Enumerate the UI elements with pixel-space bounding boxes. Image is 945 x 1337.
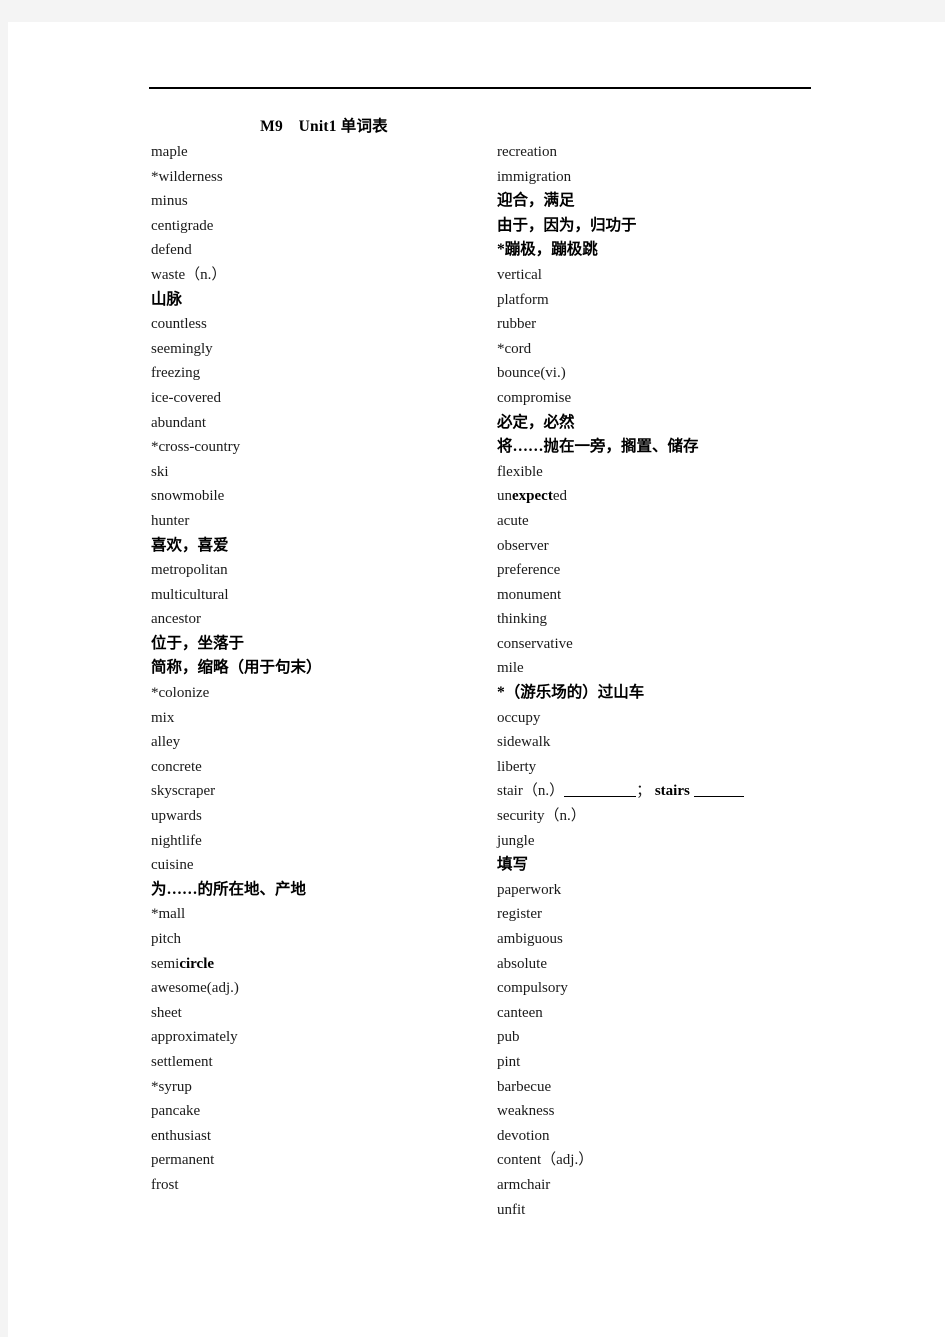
document-page: M9 Unit1 单词表 maple *wilderness minus centig… (8, 22, 945, 1337)
wordlist-entry: paperwork (497, 881, 562, 898)
wordlist-entry: countless (151, 316, 207, 333)
wordlist-entry: metropolitan (151, 562, 228, 579)
wordlist-entry: abundant (151, 414, 206, 431)
wordlist-column-right: recreation immigration 迎合，满足由于，因为，归功于 *蹦极，蹦… (497, 140, 917, 1222)
wordlist-entry: *（游乐场的）过山车 (497, 684, 645, 702)
wordlist-entry: *wilderness (151, 168, 223, 185)
wordlist-entry: semicircle (151, 955, 215, 972)
wordlist-entry: approximately (151, 1029, 238, 1046)
wordlist-entry: enthusiast (151, 1127, 211, 1144)
header-rule (149, 87, 811, 89)
wordlist-entry: ambiguous (497, 931, 563, 947)
wordlist-entry: 山脉 (151, 290, 183, 308)
wordlist-entry: alley (151, 734, 181, 751)
wordlist-entry: absolute (497, 955, 547, 972)
wordlist-entry: compromise (497, 389, 572, 406)
wordlist-entry: ancestor (151, 611, 201, 628)
wordlist-entry: upwards (151, 808, 202, 825)
wordlist-entry: stair（n.）； stairs (497, 779, 917, 804)
wordlist-entry: *蹦极，蹦极跳 (497, 241, 598, 259)
wordlist-entry: pancake (151, 1103, 201, 1120)
wordlist-entry: freezing (151, 365, 201, 382)
wordlist-entry: concrete (151, 758, 202, 775)
wordlist-entry: frost (151, 1176, 179, 1193)
wordlist-entry: 必定，必然 (497, 413, 575, 431)
wordlist-column-left: maple *wilderness minus centigrade defend was… (151, 140, 496, 1198)
wordlist-entry: centigrade (151, 217, 214, 234)
wordlist-entry: awesome(adj.) (151, 980, 239, 997)
wordlist-entry: 位于，坐落于 (151, 634, 245, 652)
wordlist-entry: vertical (497, 266, 542, 283)
wordlist-entry: barbecue (497, 1078, 552, 1095)
wordlist-entry: settlement (151, 1053, 213, 1070)
wordlist-entry: seemingly (151, 340, 213, 357)
wordlist-entry: sidewalk (497, 734, 551, 751)
wordlist-entry: *cross-country (151, 439, 241, 456)
wordlist-entry: mile (497, 660, 524, 677)
wordlist-entry: platform (497, 291, 549, 308)
wordlist-entry: 简称，缩略（用于句末） (151, 659, 322, 677)
wordlist-entry: unexpected (497, 488, 567, 505)
wordlist-entry: *mall (151, 906, 186, 923)
wordlist-entry: canteen (497, 1004, 543, 1021)
wordlist-entry: 迎合，满足 (497, 192, 575, 210)
wordlist-entry: 将……抛在一旁，搁置、储存 (497, 438, 699, 456)
wordlist-entry: nightlife (151, 832, 202, 849)
wordlist-entry: thinking (497, 611, 548, 628)
wordlist-entry: 为……的所在地、产地 (151, 880, 307, 898)
wordlist-entry: mix (151, 709, 175, 726)
wordlist-entry: weakness (497, 1103, 555, 1120)
wordlist-entry: ice-covered (151, 389, 221, 406)
wordlist-entry: register (497, 906, 542, 923)
wordlist-entry: skyscraper (151, 783, 216, 800)
wordlist-entry: conservative (497, 635, 573, 652)
wordlist-entry: *colonize (151, 685, 210, 702)
wordlist-entry: cuisine (151, 857, 194, 874)
wordlist-entry: sheet (151, 1004, 182, 1021)
wordlist-entry: devotion (497, 1127, 550, 1144)
wordlist-entry: preference (497, 562, 561, 579)
wordlist-entry: rubber (497, 316, 537, 333)
wordlist-entry: 喜欢，喜爱 (151, 536, 229, 554)
wordlist-entry: observer (497, 537, 549, 554)
wordlist-entry: unfit (497, 1201, 526, 1218)
wordlist-entry: multicultural (151, 586, 229, 603)
wordlist-entry: 由于，因为，归功于 (497, 216, 637, 234)
wordlist-entry: security（n.） (497, 808, 586, 825)
wordlist-entry: hunter (151, 512, 190, 529)
wordlist-entry: flexible (497, 463, 543, 480)
wordlist-entry: ski (151, 463, 169, 480)
wordlist-entry: monument (497, 586, 562, 603)
wordlist-entry: liberty (497, 758, 537, 775)
wordlist-entry: acute (497, 512, 529, 529)
wordlist-entry: armchair (497, 1176, 551, 1193)
page-title: M9 Unit1 单词表 (260, 118, 388, 135)
wordlist-entry: maple (151, 144, 188, 160)
wordlist-entry: waste（n.） (151, 266, 227, 283)
wordlist-entry: recreation (497, 144, 557, 160)
wordlist-entry: 填写 (497, 856, 529, 874)
wordlist-entry: compulsory (497, 980, 568, 997)
wordlist-entry: content（adj.） (497, 1152, 594, 1169)
wordlist-entry: occupy (497, 709, 541, 726)
wordlist-entry: pint (497, 1053, 521, 1070)
wordlist-entry: *syrup (151, 1078, 192, 1095)
wordlist-entry: defend (151, 242, 192, 259)
wordlist-entry: pitch (151, 931, 181, 947)
wordlist-entry: snowmobile (151, 488, 225, 505)
wordlist-entry: *cord (497, 340, 532, 357)
wordlist-entry: immigration (497, 168, 572, 185)
wordlist-entry: pub (497, 1029, 520, 1046)
wordlist-entry: bounce(vi.) (497, 365, 566, 382)
wordlist-entry: jungle (497, 832, 535, 849)
wordlist-entry: minus (151, 193, 188, 210)
wordlist-entry: permanent (151, 1152, 215, 1169)
